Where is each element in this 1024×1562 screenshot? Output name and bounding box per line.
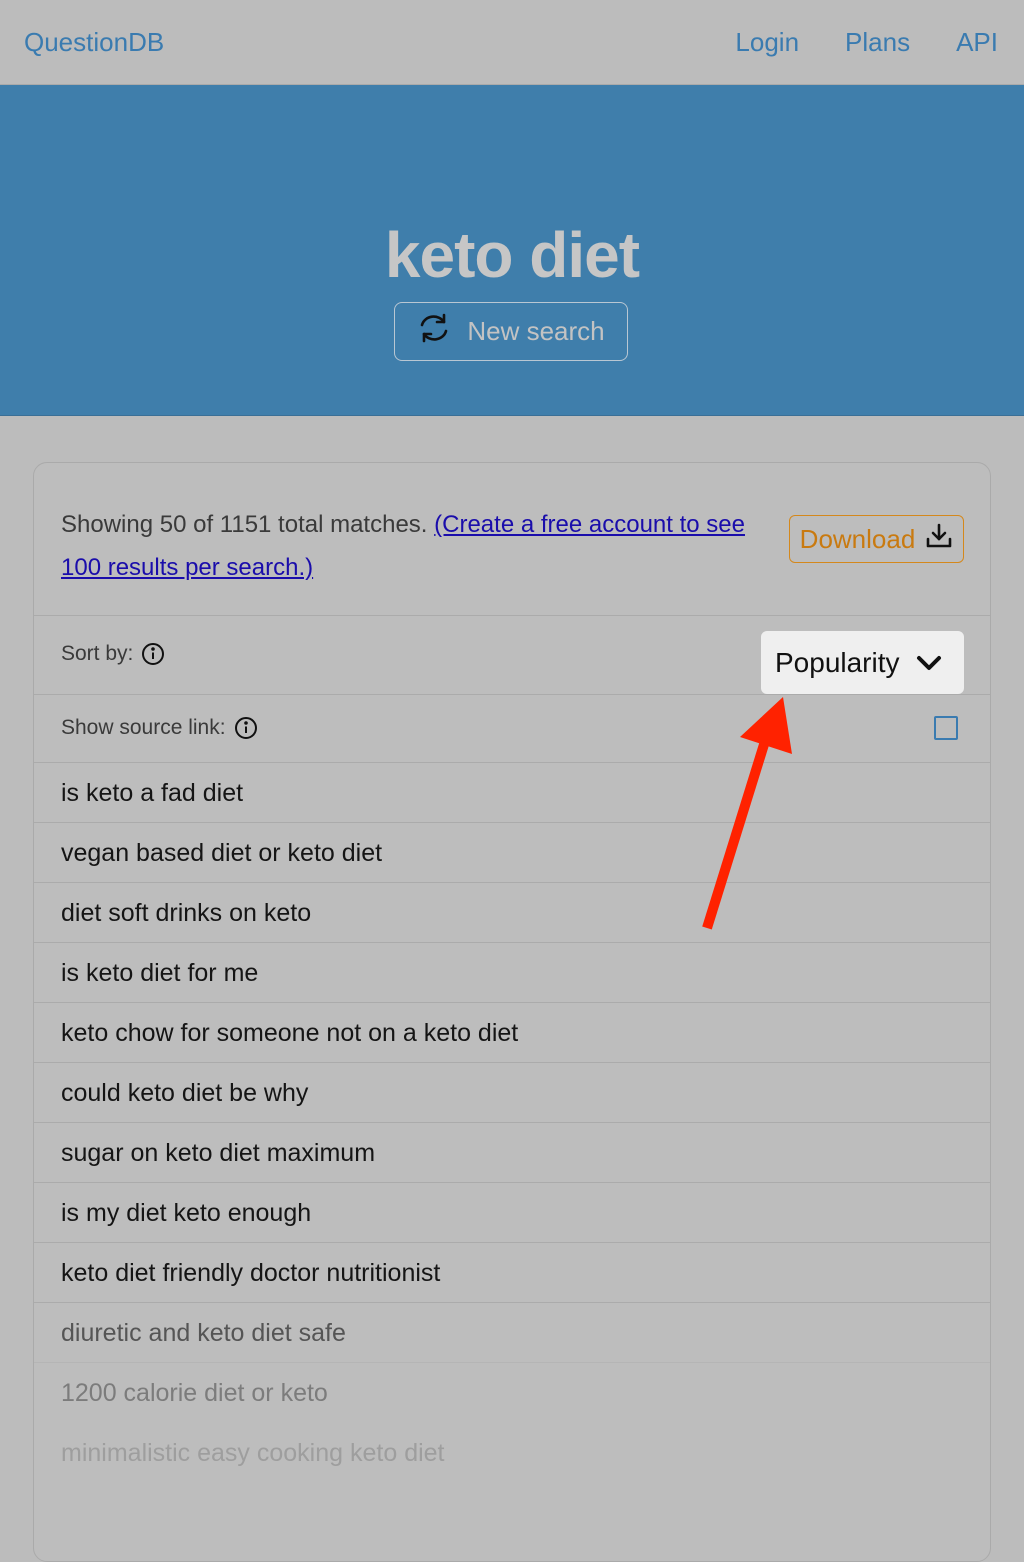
sort-label-group: Sort by: [61,642,165,666]
result-item[interactable]: sugar on keto diet maximum [34,1122,990,1182]
result-item[interactable]: diuretic and keto diet safe [34,1302,990,1362]
nav-links: Login Plans API [735,27,998,58]
new-search-label: New search [467,316,605,346]
result-item[interactable]: vegan based diet or keto diet [34,822,990,882]
top-navbar: QuestionDB Login Plans API [0,0,1024,85]
results-count-text: Showing 50 of 1151 total matches. [61,511,428,538]
refresh-icon [417,313,451,350]
brand-link[interactable]: QuestionDB [24,27,164,58]
nav-plans-link[interactable]: Plans [845,27,910,58]
info-icon[interactable] [141,642,165,666]
results-list: is keto a fad diet vegan based diet or k… [34,762,990,1482]
new-search-button[interactable]: New search [394,302,628,361]
nav-login-link[interactable]: Login [735,27,799,58]
hero-banner: keto diet New search [0,85,1024,416]
chevron-down-icon [916,647,942,679]
download-label: Download [799,523,916,554]
search-title: keto diet [384,219,640,291]
download-icon [925,522,953,557]
result-item[interactable]: is keto a fad diet [34,762,990,822]
source-link-row: Show source link: [34,694,990,762]
results-summary: Showing 50 of 1151 total matches. (Creat… [61,503,781,589]
source-link-label: Show source link: [61,716,226,739]
result-item[interactable]: 1200 calorie diet or keto [34,1362,990,1422]
sort-label: Sort by: [61,642,134,665]
sort-select[interactable]: Popularity [761,631,964,694]
result-item[interactable]: is my diet keto enough [34,1182,990,1242]
nav-api-link[interactable]: API [956,27,998,58]
show-source-checkbox[interactable] [934,716,958,740]
sort-value: Popularity [775,646,900,678]
download-button[interactable]: Download [789,515,964,563]
info-icon[interactable] [234,716,258,740]
result-item[interactable]: could keto diet be why [34,1062,990,1122]
result-item[interactable]: minimalistic easy cooking keto diet [34,1422,990,1482]
result-item[interactable]: is keto diet for me [34,942,990,1002]
sort-row: Sort by: Popularity [34,615,990,694]
result-item[interactable]: diet soft drinks on keto [34,882,990,942]
result-item[interactable]: keto diet friendly doctor nutritionist [34,1242,990,1302]
source-label-group: Show source link: [61,716,258,740]
results-card: Showing 50 of 1151 total matches. (Creat… [33,462,991,1562]
result-item[interactable]: keto chow for someone not on a keto diet [34,1002,990,1062]
